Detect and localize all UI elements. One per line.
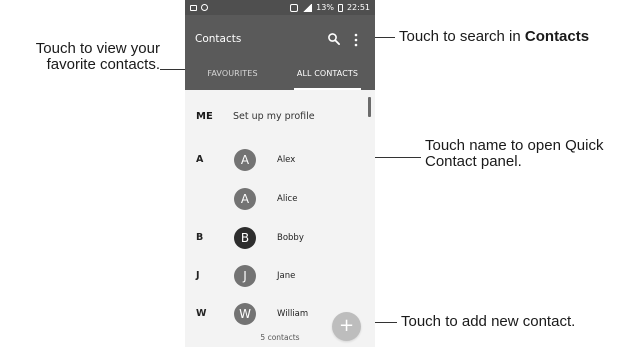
contact-row-alice[interactable]: A Alice	[185, 188, 375, 212]
profile-label: ME	[196, 111, 213, 122]
clock-time: 22:51	[346, 2, 370, 12]
section-letter-a: A	[196, 154, 204, 165]
contact-name-jane: Jane	[277, 271, 296, 281]
battery-icon	[337, 3, 343, 12]
app-title: Contacts	[195, 33, 242, 45]
sync-icon	[201, 4, 208, 11]
search-icon[interactable]	[327, 32, 341, 46]
profile-text: Set up my profile	[233, 111, 315, 122]
search-callout: Touch to search in Contacts	[399, 29, 589, 45]
contact-row-jane[interactable]: J J Jane	[185, 265, 375, 289]
battery-percent: 13%	[316, 2, 334, 12]
avatar-alice: A	[234, 188, 256, 210]
favorites-callout-line2: favorite contacts.	[46, 55, 160, 73]
add-contact-button[interactable]: +	[332, 312, 361, 341]
search-callout-prefix: Touch to search in	[399, 28, 525, 45]
app-bar: Contacts	[185, 15, 375, 57]
status-right: 13% 22:51	[290, 2, 370, 12]
contact-row-bobby[interactable]: B B Bobby	[185, 227, 375, 251]
favorites-callout: Touch to view your favorite contacts.	[8, 41, 160, 73]
quick-contact-callout: Touch name to open Quick Contact panel.	[425, 138, 631, 170]
more-vert-icon[interactable]	[352, 32, 360, 48]
avatar-jane: J	[234, 265, 256, 287]
contacts-list: ME Set up my profile A A Alex A Alice B …	[185, 90, 375, 347]
sim-icon	[190, 4, 197, 11]
status-left	[190, 4, 208, 11]
section-letter-b: B	[196, 232, 204, 243]
signal-icon	[302, 3, 313, 12]
avatar-alex: A	[234, 149, 256, 171]
quick-contact-callout-line2: Contact panel.	[425, 152, 522, 170]
tab-bar: FAVOURITES ALL CONTACTS	[185, 57, 375, 90]
add-contact-callout: Touch to add new contact.	[401, 313, 576, 330]
tab-all-contacts[interactable]: ALL CONTACTS	[280, 57, 375, 90]
profile-row[interactable]: ME Set up my profile	[185, 108, 375, 128]
tab-favourites[interactable]: FAVOURITES	[185, 57, 280, 90]
search-callout-bold: Contacts	[524, 28, 590, 45]
section-letter-j: J	[196, 270, 200, 281]
favorites-callout-line1: Touch to view your	[35, 40, 160, 57]
quick-contact-callout-line1: Touch name to open Quick	[425, 137, 604, 154]
contact-name-william: William	[277, 309, 309, 319]
contact-name-alice: Alice	[277, 194, 298, 204]
contact-name-alex: Alex	[277, 155, 296, 165]
section-letter-w: W	[196, 308, 207, 319]
contact-row-alex[interactable]: A A Alex	[185, 149, 375, 173]
avatar-william: W	[234, 303, 256, 325]
vibrate-icon	[290, 3, 299, 12]
avatar-bobby: B	[234, 227, 256, 249]
contact-name-bobby: Bobby	[277, 233, 304, 243]
status-bar: 13% 22:51	[185, 0, 375, 15]
phone-screen: 13% 22:51 Contacts FAVOURITES ALL CONTAC…	[185, 0, 375, 347]
favorites-callout-line	[160, 69, 186, 70]
